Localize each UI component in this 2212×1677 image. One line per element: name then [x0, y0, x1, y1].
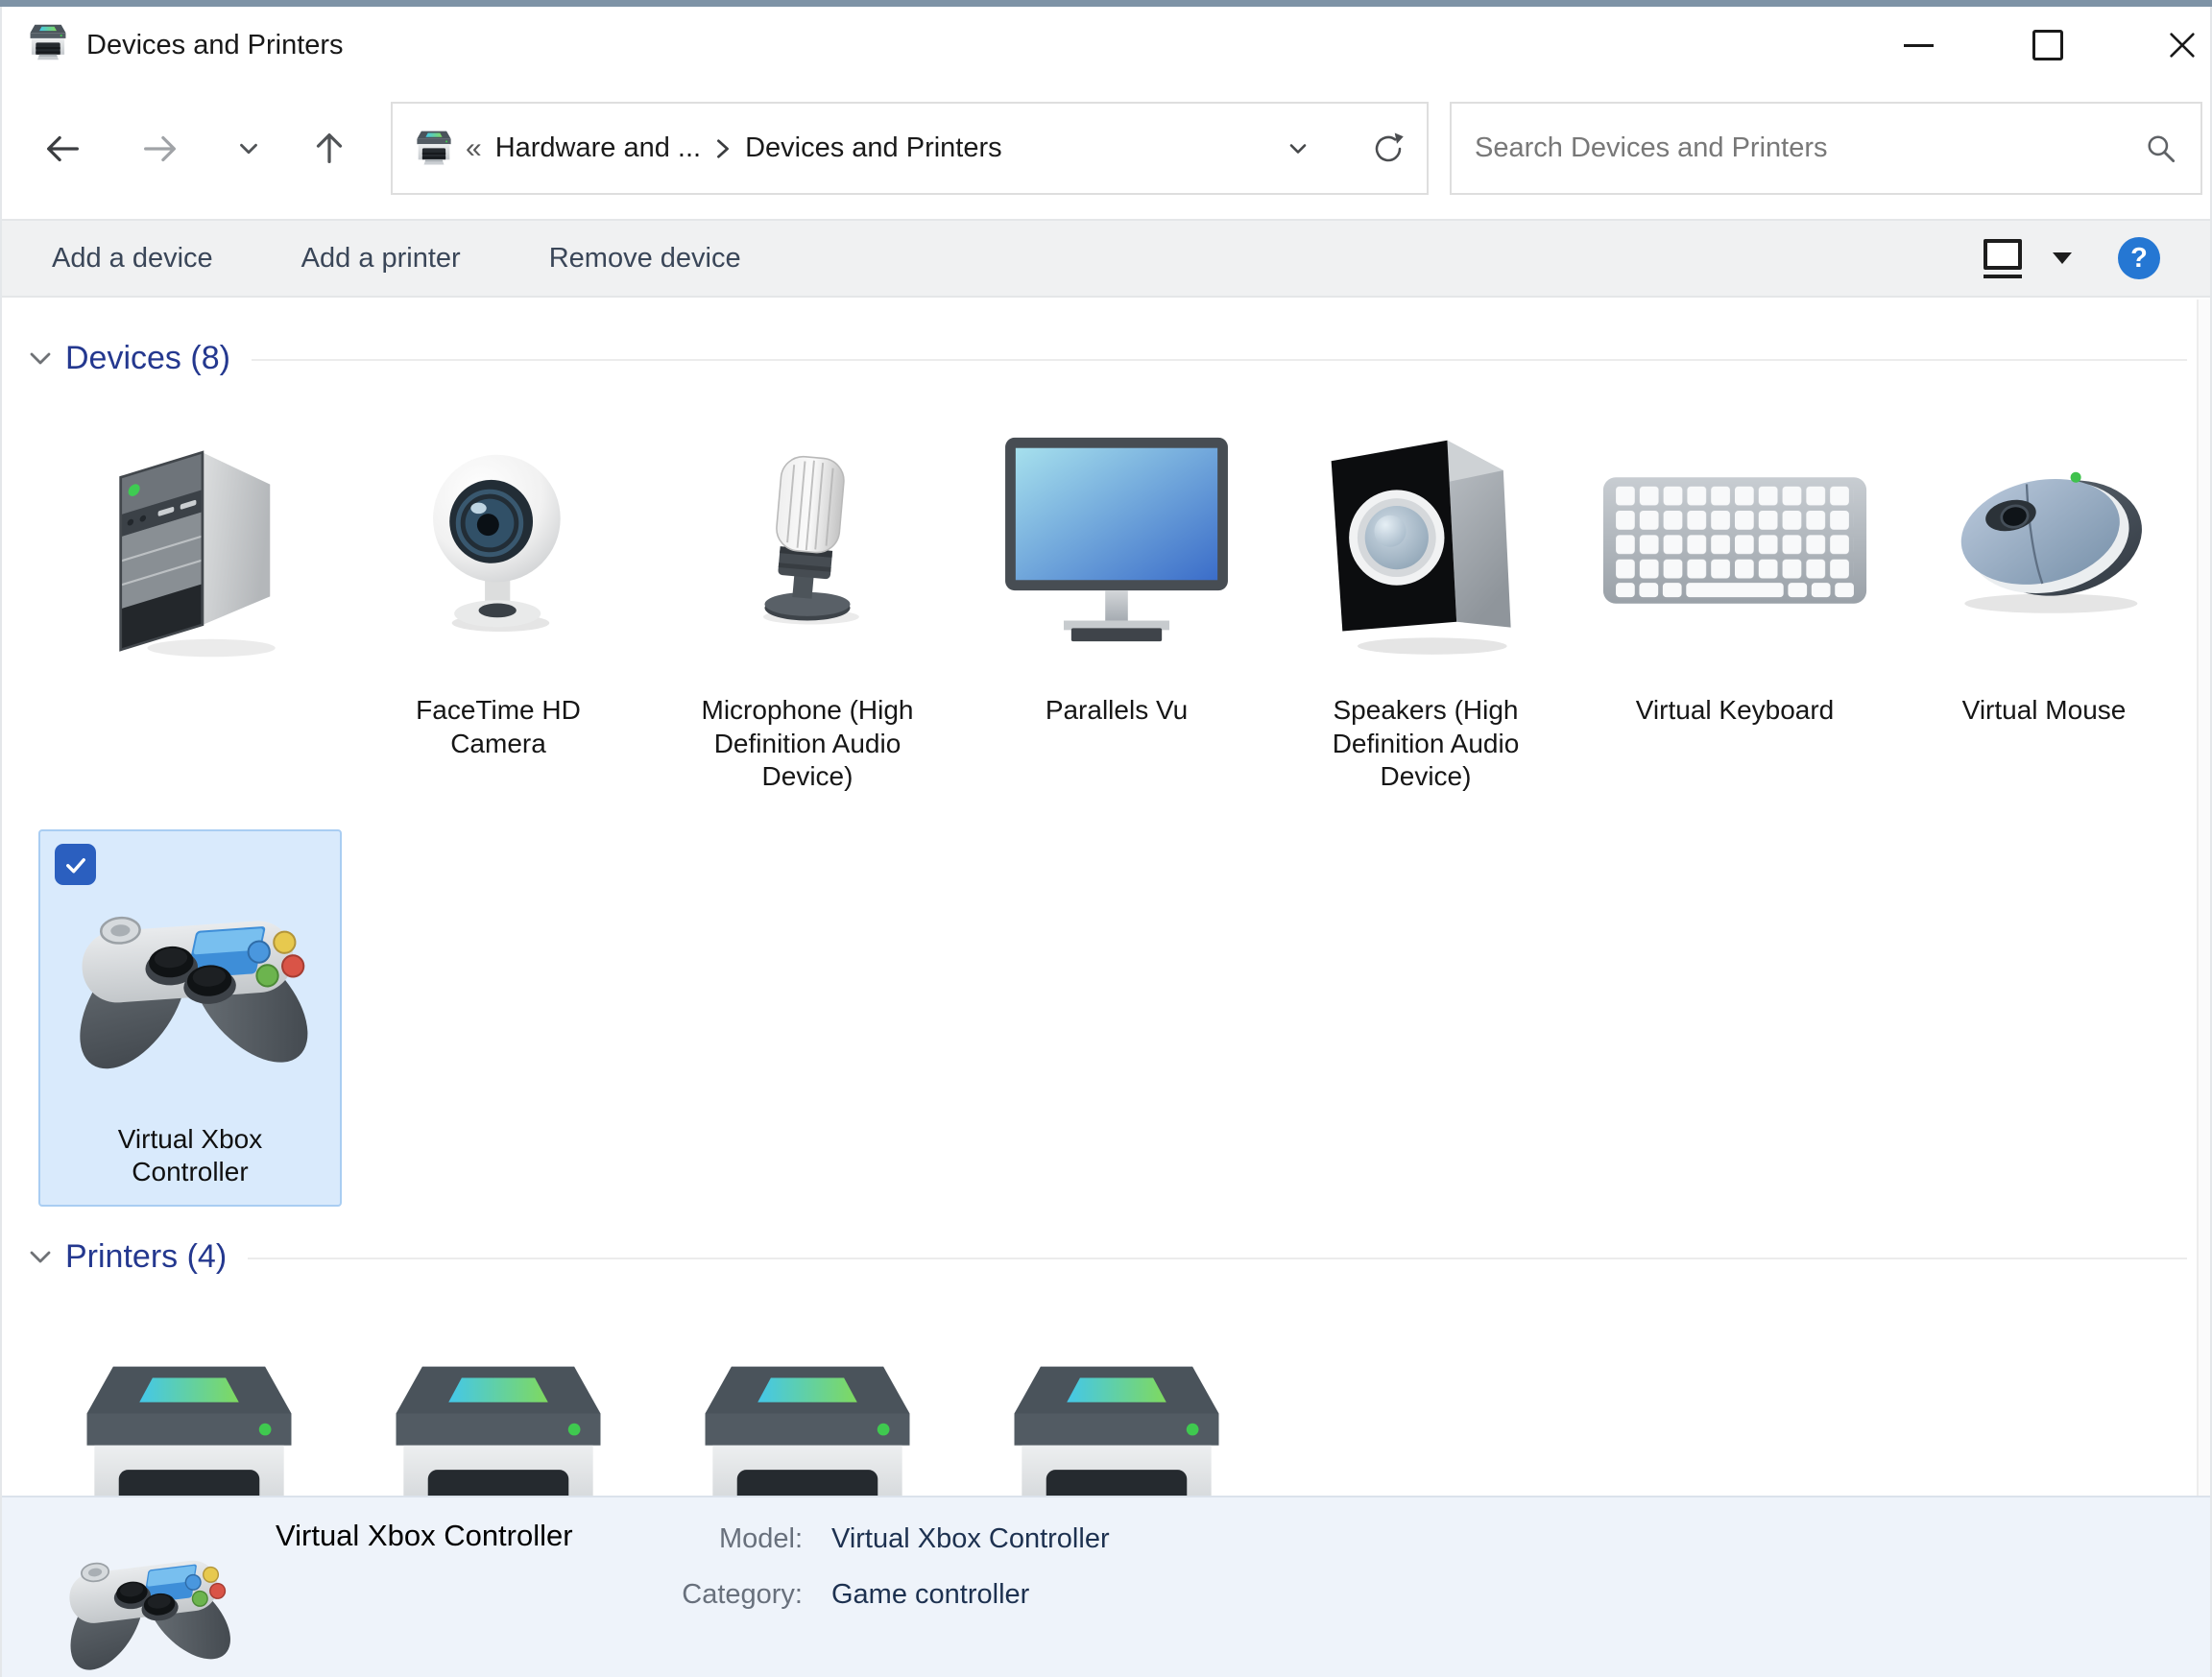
device-tile-computer[interactable] [35, 408, 344, 794]
microphone-icon [729, 423, 886, 658]
remove-device-button[interactable]: Remove device [549, 243, 741, 275]
device-label: Virtual Xbox Controller [117, 1123, 263, 1187]
printers-section-title: Printers (4) [65, 1237, 228, 1275]
details-panel: Virtual Xbox Controller Model: Virtual X… [0, 1496, 2212, 1677]
section-divider [248, 1258, 2187, 1259]
devices-grid: FaceTime HD Camera Microphone (High Defi… [35, 408, 2199, 794]
window-top-edge [0, 0, 2212, 7]
back-arrow-icon [46, 135, 79, 162]
details-device-name: Virtual Xbox Controller [276, 1519, 573, 1552]
vertical-scrollbar[interactable] [2197, 299, 2210, 1496]
device-label: Parallels Vu [1045, 695, 1189, 725]
keyboard-icon [1595, 467, 1875, 614]
selected-checkbox[interactable] [55, 844, 96, 885]
tower-pc-icon [90, 420, 288, 660]
printer-location-icon [414, 129, 454, 169]
maximize-button[interactable] [2013, 11, 2082, 80]
game-controller-icon [61, 885, 319, 1079]
search-box[interactable] [1450, 102, 2202, 195]
details-fields: Model: Virtual Xbox Controller Category:… [534, 1521, 1110, 1632]
breadcrumb-hardware-and-sound[interactable]: Hardware and ... [492, 132, 705, 164]
breadcrumb-separator-icon [717, 138, 730, 158]
recent-pages-button[interactable] [223, 123, 275, 175]
address-dropdown-icon[interactable] [1285, 135, 1311, 162]
monitor-icon [997, 432, 1237, 649]
device-tile-microphone[interactable]: Microphone (High Definition Audio Device… [653, 408, 962, 794]
section-chevron-icon [30, 1251, 51, 1263]
section-divider [251, 359, 2187, 361]
command-toolbar: Add a device Add a printer Remove device… [0, 219, 2212, 298]
up-button[interactable] [303, 123, 355, 175]
webcam-icon [416, 421, 581, 659]
minimize-icon [1903, 43, 1934, 47]
view-options-icon [1984, 238, 2022, 270]
printer-app-icon [27, 22, 69, 64]
breadcrumb-devices-and-printers[interactable]: Devices and Printers [741, 132, 1006, 164]
device-label: Microphone (High Definition Audio Device… [701, 695, 914, 792]
recent-pages-chevron-icon [240, 143, 257, 155]
device-label: FaceTime HD Camera [416, 695, 581, 758]
device-label: Virtual Keyboard [1635, 695, 1835, 725]
close-button[interactable] [2148, 11, 2212, 80]
minimize-button[interactable] [1884, 11, 1953, 80]
device-tile-virtual-keyboard[interactable]: Virtual Keyboard [1580, 408, 1889, 794]
model-label: Model: [718, 1523, 803, 1554]
window-title: Devices and Printers [86, 30, 344, 60]
search-input[interactable] [1473, 132, 2143, 165]
forward-arrow-icon [144, 135, 177, 162]
view-options-icon-underline [1984, 274, 2022, 278]
device-tile-virtual-mouse[interactable]: Virtual Mouse [1889, 408, 2199, 794]
window-left-edge [0, 7, 2, 1677]
address-bar[interactable]: « Hardware and ... Devices and Printers [391, 102, 1429, 195]
maximize-icon [2032, 30, 2063, 60]
add-a-device-button[interactable]: Add a device [52, 243, 213, 275]
game-controller-icon [52, 1533, 239, 1677]
device-tile-speakers[interactable]: Speakers (High Definition Audio Device) [1271, 408, 1580, 794]
devices-and-printers-window: Devices and Printers « Hardware and ... … [0, 0, 2212, 1677]
up-arrow-icon [316, 132, 343, 164]
device-label: Speakers (High Definition Audio Device) [1332, 695, 1520, 792]
breadcrumb-overflow-chevrons[interactable]: « [466, 132, 482, 165]
devices-section-header[interactable]: Devices (8) [25, 336, 2187, 380]
model-value: Virtual Xbox Controller [831, 1523, 1110, 1554]
close-icon [2170, 33, 2195, 58]
device-tile-facetime-camera[interactable]: FaceTime HD Camera [344, 408, 653, 794]
category-value: Game controller [831, 1579, 1030, 1610]
speaker-icon [1318, 422, 1533, 659]
change-view-button[interactable] [1984, 238, 2022, 278]
help-button[interactable]: ? [2118, 237, 2160, 279]
devices-section-title: Devices (8) [65, 339, 230, 376]
back-button[interactable] [36, 123, 88, 175]
mouse-icon [1921, 459, 2167, 622]
printers-section-header[interactable]: Printers (4) [25, 1234, 2187, 1279]
forward-button[interactable] [134, 123, 186, 175]
titlebar: Devices and Printers [0, 7, 2212, 93]
view-dropdown-caret-icon[interactable] [2053, 252, 2072, 264]
checkmark-icon [65, 857, 85, 873]
add-a-printer-button[interactable]: Add a printer [301, 243, 461, 275]
device-tile-virtual-xbox-controller-selected[interactable]: Virtual Xbox Controller [38, 829, 342, 1207]
section-chevron-icon [30, 352, 51, 365]
category-label: Category: [682, 1579, 803, 1610]
search-icon[interactable] [2143, 131, 2179, 167]
refresh-icon[interactable] [1371, 132, 1406, 166]
device-tile-parallels-vu[interactable]: Parallels Vu [962, 408, 1271, 794]
help-icon: ? [2130, 242, 2148, 274]
device-label: Virtual Mouse [1961, 695, 2127, 725]
